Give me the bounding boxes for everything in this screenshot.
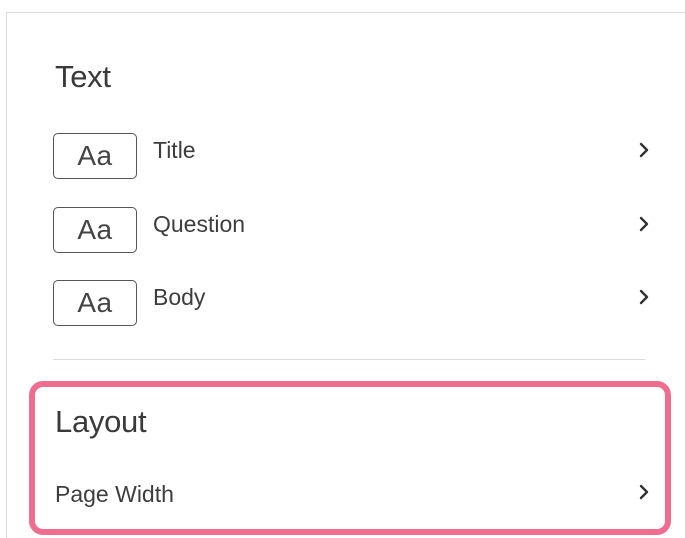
text-style-question-item[interactable]: Aa Question bbox=[53, 205, 653, 253]
font-preview-icon: Aa bbox=[53, 280, 137, 326]
chevron-right-icon bbox=[635, 288, 653, 306]
font-preview-icon: Aa bbox=[53, 133, 137, 179]
text-style-body-item[interactable]: Aa Body bbox=[53, 278, 653, 326]
style-settings-panel: Text Aa Title Aa Question Aa Body Layout… bbox=[6, 12, 685, 538]
chevron-right-icon bbox=[635, 141, 653, 159]
text-style-title-label: Title bbox=[153, 137, 196, 163]
section-divider bbox=[53, 359, 645, 360]
font-preview-icon: Aa bbox=[53, 207, 137, 253]
page-width-label: Page Width bbox=[55, 481, 174, 507]
chevron-right-icon bbox=[635, 483, 653, 501]
text-style-body-label: Body bbox=[153, 284, 206, 310]
text-section-title: Text bbox=[55, 59, 111, 94]
text-style-question-label: Question bbox=[153, 211, 246, 237]
layout-section-title: Layout bbox=[55, 404, 147, 439]
layout-page-width-item[interactable]: Page Width bbox=[55, 479, 653, 519]
text-style-title-item[interactable]: Aa Title bbox=[53, 131, 653, 179]
chevron-right-icon bbox=[635, 215, 653, 233]
